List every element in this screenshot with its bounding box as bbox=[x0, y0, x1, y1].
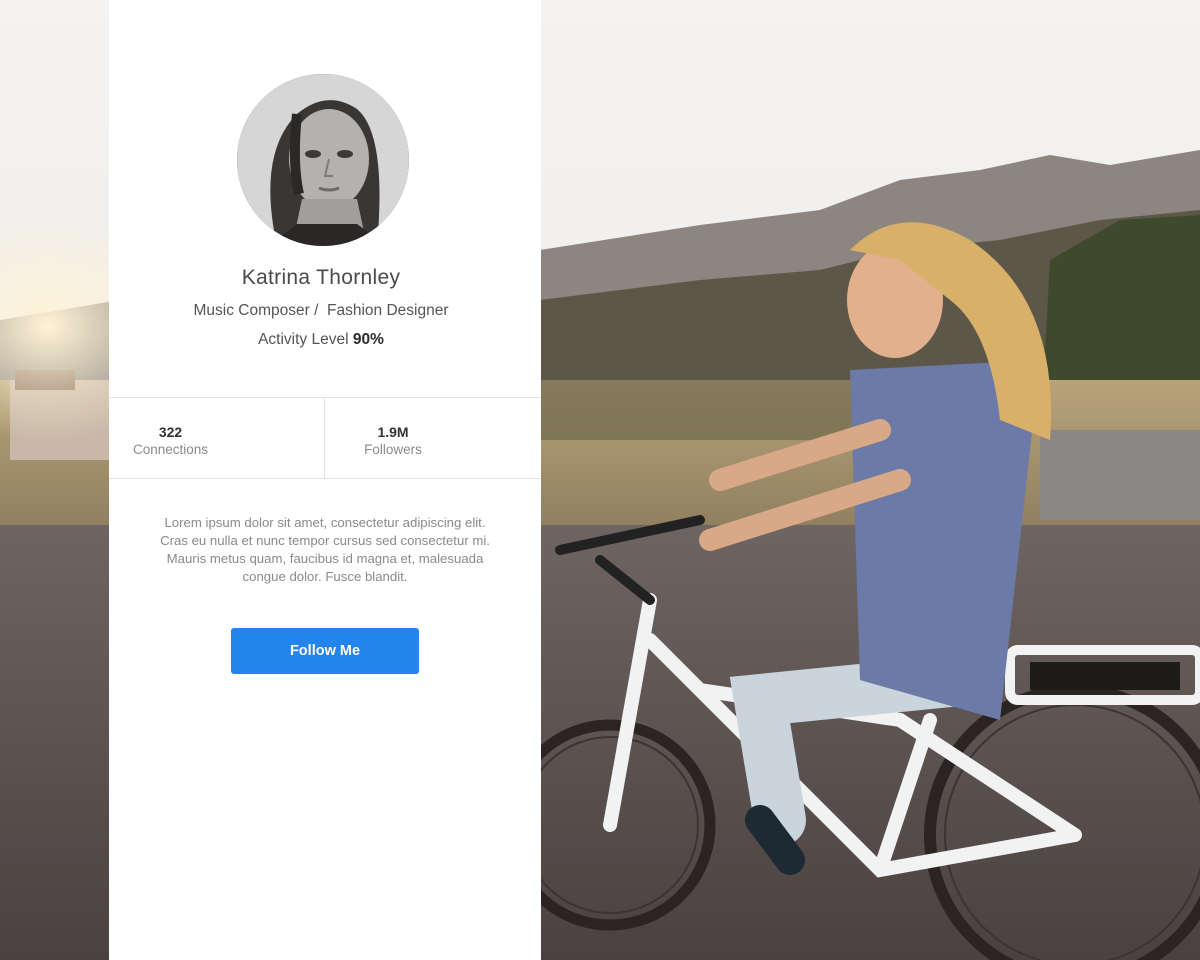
activity-level: Activity Level 90% bbox=[109, 331, 533, 349]
profile-card: Katrina Thornley Music Composer / Fashio… bbox=[109, 0, 541, 960]
stat-value: 1.9M bbox=[377, 424, 409, 440]
profile-name: Katrina Thornley bbox=[241, 266, 401, 289]
stat-followers[interactable]: 1.9M Followers bbox=[325, 398, 541, 478]
avatar[interactable] bbox=[237, 74, 409, 246]
profile-role: Music Composer / Fashion Designer bbox=[193, 302, 449, 319]
follow-button[interactable]: Follow Me bbox=[231, 628, 419, 674]
stat-value: 322 bbox=[158, 424, 183, 440]
activity-label: Activity Level bbox=[258, 331, 353, 348]
activity-value: 90% bbox=[352, 331, 384, 348]
profile-photo-icon bbox=[237, 74, 409, 246]
stat-label: Connections bbox=[132, 442, 209, 457]
profile-bio: Lorem ipsum dolor sit amet, consectetur … bbox=[160, 515, 490, 584]
stat-label: Followers bbox=[364, 442, 422, 457]
stats-bar: 322 Connections 1.9M Followers bbox=[109, 397, 541, 479]
